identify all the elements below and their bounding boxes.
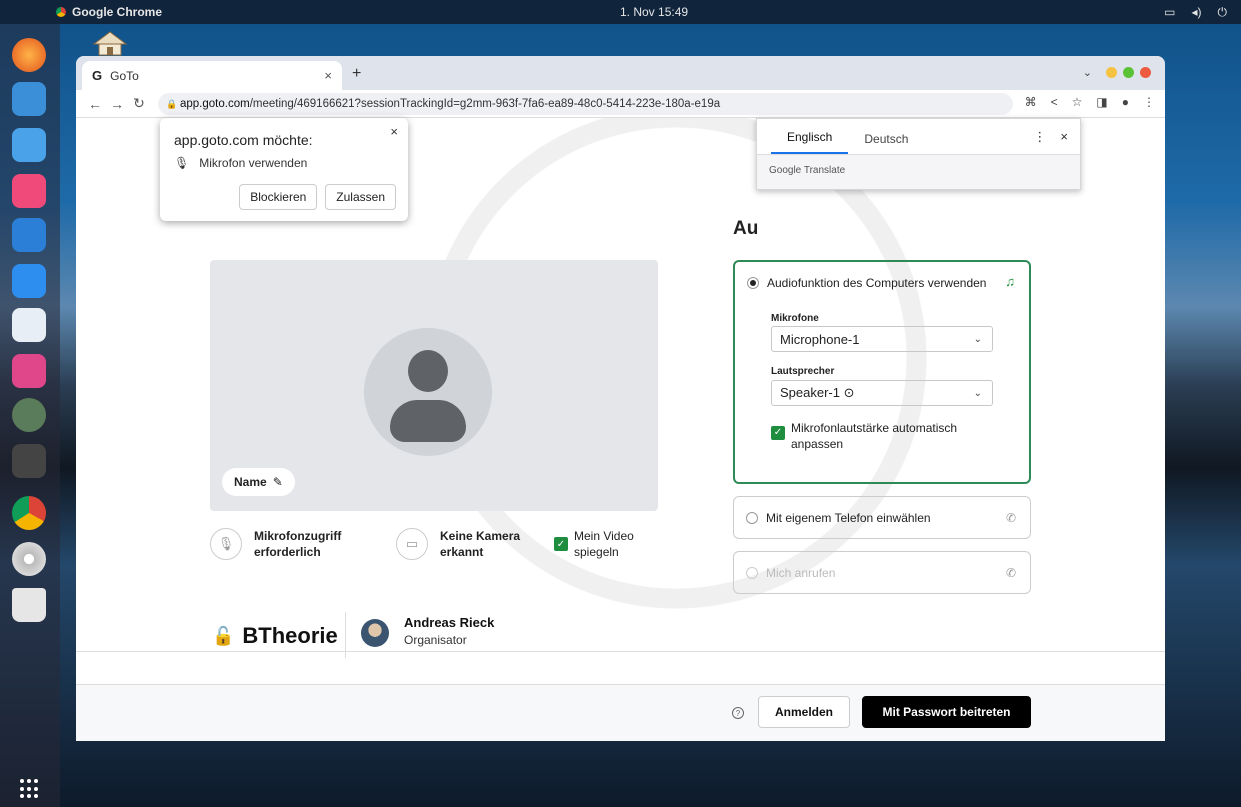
firefox-icon[interactable] <box>12 38 46 72</box>
chevron-down-icon: ⌄ <box>973 333 982 345</box>
lock-icon[interactable]: 🔒 <box>166 99 177 110</box>
microphone-icon: 🎙 <box>174 156 190 170</box>
translate-popup: Englisch Deutsch ⋮ × Google Translate <box>756 118 1081 190</box>
app-grid-icon[interactable] <box>20 779 40 799</box>
signin-button[interactable]: Anmelden <box>758 696 850 728</box>
tab-title: GoTo <box>110 68 139 83</box>
dock <box>0 24 60 807</box>
name-edit-button[interactable]: Name ✎ <box>222 468 295 496</box>
video-preview: Name ✎ <box>210 260 658 511</box>
pink-app-icon[interactable] <box>12 354 46 388</box>
mic-off-icon: 🎙 <box>210 528 242 560</box>
google-translate-brand: Google Translate <box>769 165 846 176</box>
call-me-option[interactable]: Mich anrufen ✆ <box>733 551 1031 594</box>
menu-kebab-icon[interactable]: ⋮ <box>1033 129 1046 145</box>
mail-icon[interactable] <box>12 82 46 116</box>
tab-search-icon[interactable]: ⌄ <box>1083 66 1092 79</box>
trash-icon[interactable] <box>12 588 46 622</box>
translate-icon[interactable]: ⌘ <box>1025 95 1037 109</box>
microphone-select[interactable]: Microphone-1 ⌄ <box>771 326 993 352</box>
lock-app-icon[interactable] <box>12 398 46 432</box>
auto-gain-checkbox[interactable]: ✓ Mikrofonlautstärke automatisch anpassen <box>771 420 971 452</box>
home-folder-icon[interactable] <box>92 30 128 56</box>
close-icon[interactable]: × <box>390 124 398 139</box>
avatar-placeholder <box>364 328 492 456</box>
help-icon[interactable]: ? <box>732 707 744 719</box>
new-tab-icon[interactable]: + <box>352 65 361 83</box>
minimize-button[interactable] <box>1106 67 1117 78</box>
bookmark-star-icon[interactable]: ☆ <box>1072 95 1083 109</box>
camera-control[interactable]: ▭ Keine Kamera erkannt <box>396 528 520 560</box>
url-field[interactable]: 🔒 app.goto.com/meeting/469166621?session… <box>158 93 1013 115</box>
power-icon[interactable]: ⏻ <box>1218 5 1228 20</box>
phone-outgoing-icon: ✆ <box>1005 510 1016 525</box>
menu-kebab-icon[interactable]: ⋮ <box>1143 95 1155 109</box>
side-panel-icon[interactable]: ◨ <box>1096 95 1107 109</box>
address-bar-row: ← → ↻ 🔒 app.goto.com/meeting/469166621?s… <box>76 90 1165 118</box>
phone-incoming-icon: ✆ <box>1005 565 1016 580</box>
forward-icon[interactable]: → <box>106 96 128 112</box>
document-icon[interactable] <box>12 218 46 252</box>
tab-bar: G GoTo × + ⌄ <box>76 56 1165 90</box>
pencil-icon: ✎ <box>272 475 283 489</box>
mirror-video-checkbox[interactable]: ✓ Mein Video spiegeln <box>554 528 634 560</box>
keychain-icon[interactable] <box>12 444 46 478</box>
speaker-select[interactable]: Speaker-1 ⊙ ⌄ <box>771 380 993 406</box>
screen-icon[interactable]: ▭ <box>1164 5 1175 20</box>
chrome-icon <box>56 7 66 17</box>
active-app-menu[interactable]: Google Chrome <box>56 5 162 19</box>
mic-control[interactable]: 🎙 Mikrofonzugriff erforderlich <box>210 528 341 560</box>
tab-goto[interactable]: G GoTo × <box>82 61 342 90</box>
close-window-button[interactable] <box>1140 67 1151 78</box>
radio-unselected[interactable] <box>746 511 758 524</box>
organizer-avatar <box>361 619 389 647</box>
allow-button[interactable]: Zulassen <box>325 184 396 210</box>
back-icon[interactable]: ← <box>84 96 106 112</box>
lock-icon: 🔓 <box>212 625 235 646</box>
reload-icon[interactable]: ↻ <box>128 95 150 112</box>
computer-audio-card[interactable]: Audiofunktion des Computers verwenden ♫ … <box>733 260 1031 484</box>
tab-german[interactable]: Deutsch <box>848 132 924 154</box>
headset-icon: ♫ <box>1005 274 1015 289</box>
share-icon[interactable]: < <box>1051 95 1058 109</box>
join-with-password-button[interactable]: Mit Passwort beitreten <box>862 696 1031 728</box>
phone-dial-in-option[interactable]: Mit eigenem Telefon einwählen ✆ <box>733 496 1031 539</box>
volume-icon[interactable]: ◂) <box>1191 5 1201 20</box>
clock[interactable]: 1. Nov 15:49 <box>620 5 688 19</box>
maximize-button[interactable] <box>1123 67 1134 78</box>
divider <box>76 651 1165 652</box>
finder-icon[interactable] <box>12 128 46 162</box>
close-tab-icon[interactable]: × <box>324 68 332 83</box>
radio-unselected[interactable] <box>746 566 758 579</box>
checkbox-checked-icon[interactable]: ✓ <box>554 537 568 551</box>
close-icon[interactable]: × <box>1060 129 1068 145</box>
browser-window: G GoTo × + ⌄ ← → ↻ 🔒 app.goto.com/meetin… <box>76 56 1165 741</box>
tab-english[interactable]: Englisch <box>771 130 849 154</box>
page-content: Name ✎ 🎙 Mikrofonzugriff erforderlich ▭ K… <box>76 118 1165 741</box>
app-store-icon[interactable] <box>12 264 46 298</box>
audio-heading: Au <box>733 218 759 239</box>
radio-selected[interactable] <box>747 277 759 289</box>
music-icon[interactable] <box>12 174 46 208</box>
dvd-icon[interactable] <box>12 542 46 576</box>
mic-permission-popup: app.goto.com möchte: × 🎙 Mikrofon verwend… <box>160 118 408 221</box>
veracrypt-icon[interactable] <box>12 308 46 342</box>
profile-icon[interactable]: ● <box>1122 95 1129 109</box>
block-button[interactable]: Blockieren <box>239 184 318 210</box>
chevron-down-icon: ⌄ <box>973 387 982 399</box>
os-menu-bar: Google Chrome 1. Nov 15:49 ▭ ◂) ⏻ <box>0 0 1241 24</box>
checkbox-checked-icon[interactable]: ✓ <box>771 426 785 440</box>
goto-favicon: G <box>92 68 103 83</box>
chrome-dock-icon[interactable] <box>12 496 46 530</box>
camera-off-icon: ▭ <box>396 528 428 560</box>
meeting-title: 🔓 BTheorie <box>212 623 338 648</box>
